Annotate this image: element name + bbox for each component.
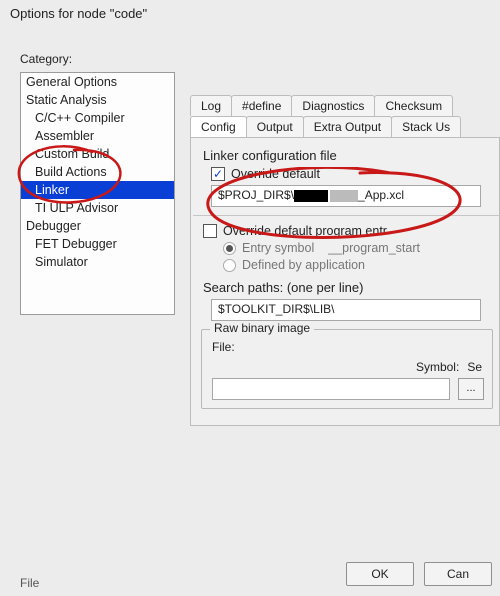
category-list[interactable]: General Options Static Analysis C/C++ Co… — [20, 72, 175, 315]
category-item-linker[interactable]: Linker — [21, 181, 174, 199]
config-tab-body: Linker configuration file Override defau… — [190, 137, 500, 426]
category-item-simulator[interactable]: Simulator — [21, 253, 174, 271]
entry-symbol-value: __program_start — [328, 241, 420, 255]
raw-binary-file-input[interactable] — [212, 378, 450, 400]
tab-diagnostics[interactable]: Diagnostics — [291, 95, 375, 116]
defined-by-app-radio[interactable] — [223, 259, 236, 272]
tab-log[interactable]: Log — [190, 95, 232, 116]
category-item-general-options[interactable]: General Options — [21, 73, 174, 91]
defined-by-app-row[interactable]: Defined by application — [223, 258, 489, 272]
override-program-entry-row[interactable]: Override default program entr — [203, 224, 489, 238]
raw-binary-symbol-label: Symbol: — [416, 360, 459, 374]
raw-binary-group: Raw binary image File: Symbol: Se ... — [201, 329, 493, 409]
category-item-fet-debugger[interactable]: FET Debugger — [21, 235, 174, 253]
defined-by-app-label: Defined by application — [242, 258, 365, 272]
override-program-entry-checkbox[interactable] — [203, 224, 217, 238]
category-item-debugger[interactable]: Debugger — [21, 217, 174, 235]
window-title: Options for node "code" — [0, 0, 500, 25]
right-panel: Log #define Diagnostics Checksum Config … — [190, 95, 500, 535]
entry-symbol-label: Entry symbol — [242, 241, 314, 255]
override-default-checkbox[interactable] — [211, 167, 225, 181]
search-paths-input[interactable]: $TOOLKIT_DIR$\LIB\ — [211, 299, 481, 321]
tab-output[interactable]: Output — [246, 116, 304, 137]
category-item-compiler[interactable]: C/C++ Compiler — [21, 109, 174, 127]
entry-symbol-row[interactable]: Entry symbol __program_start — [223, 241, 489, 255]
linker-config-label: Linker configuration file — [203, 148, 489, 163]
raw-binary-file-label: File: — [212, 340, 246, 354]
category-item-assembler[interactable]: Assembler — [21, 127, 174, 145]
entry-symbol-radio[interactable] — [223, 242, 236, 255]
options-dialog: Options for node "code" Category: Genera… — [0, 0, 500, 596]
redacted-segment-2 — [330, 190, 358, 202]
tab-define[interactable]: #define — [231, 95, 292, 116]
separator-1 — [193, 215, 500, 216]
raw-binary-browse-button[interactable]: ... — [458, 378, 484, 400]
redacted-segment-1 — [294, 190, 328, 202]
raw-binary-se-label: Se — [467, 360, 482, 374]
linker-config-path-input[interactable]: $PROJ_DIR$\ _App.xcl — [211, 185, 481, 207]
config-path-suffix: _App.xcl — [358, 188, 404, 202]
tab-row-1: Log #define Diagnostics Checksum — [190, 95, 500, 116]
tab-config[interactable]: Config — [190, 116, 247, 137]
raw-binary-legend: Raw binary image — [210, 321, 314, 335]
tab-checksum[interactable]: Checksum — [374, 95, 453, 116]
dialog-buttons: OK Can — [346, 562, 492, 586]
config-path-prefix: $PROJ_DIR$\ — [218, 188, 294, 202]
category-item-static-analysis[interactable]: Static Analysis — [21, 91, 174, 109]
tab-stack-usage[interactable]: Stack Us — [391, 116, 461, 137]
search-paths-label: Search paths: (one per line) — [203, 280, 489, 295]
category-item-custom-build[interactable]: Custom Build — [21, 145, 174, 163]
file-menu-label[interactable]: File — [20, 576, 39, 590]
tab-extra-output[interactable]: Extra Output — [303, 116, 392, 137]
category-label: Category: — [20, 52, 72, 66]
override-default-row[interactable]: Override default — [211, 167, 489, 181]
tab-row-2: Config Output Extra Output Stack Us — [190, 116, 500, 137]
ok-button[interactable]: OK — [346, 562, 414, 586]
category-item-build-actions[interactable]: Build Actions — [21, 163, 174, 181]
cancel-button[interactable]: Can — [424, 562, 492, 586]
category-item-ulp-advisor[interactable]: TI ULP Advisor — [21, 199, 174, 217]
override-program-entry-label: Override default program entr — [223, 224, 387, 238]
override-default-label: Override default — [231, 167, 320, 181]
